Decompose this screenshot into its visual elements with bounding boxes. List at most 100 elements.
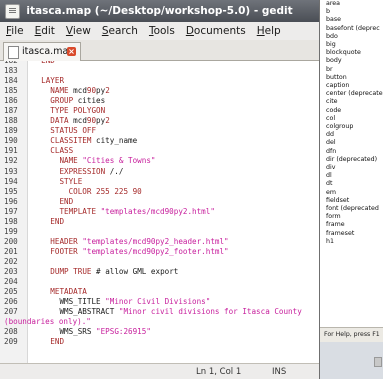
menu-help[interactable]: Help (257, 25, 281, 37)
html-element-item[interactable]: colgroup (326, 123, 383, 131)
code-line[interactable]: 192 NAME "Cities & Towns" (0, 156, 155, 166)
html-element-item[interactable]: bdo (326, 33, 383, 41)
html-element-item[interactable]: code (326, 107, 383, 115)
html-element-item[interactable]: fieldset (326, 197, 383, 205)
html-element-item[interactable]: frameset (326, 230, 383, 238)
code-line[interactable]: 207 WMS_ABSTRACT "Minor civil divisions … (0, 307, 302, 317)
code-line[interactable]: 198 END (0, 217, 64, 227)
html-element-item[interactable]: del (326, 139, 383, 147)
html-element-item[interactable]: button (326, 74, 383, 82)
line-number: 199 (4, 226, 18, 236)
html-element-item[interactable]: div (326, 164, 383, 172)
tab-itasca-map[interactable]: itasca.map × (3, 42, 81, 61)
html-element-item[interactable]: h1 (326, 238, 383, 246)
menu-tools[interactable]: Tools (149, 25, 175, 37)
html-element-item[interactable]: dl (326, 172, 383, 180)
html-element-item[interactable]: cite (326, 98, 383, 106)
html-element-item[interactable]: dt (326, 180, 383, 188)
line-text: NAME mcd90py2 (50, 86, 110, 96)
line-number: 192 (4, 156, 18, 166)
html-element-item[interactable]: body (326, 57, 383, 65)
code-line[interactable]: 203 DUMP TRUE # allow GML export (0, 267, 178, 277)
code-line[interactable]: 199 (0, 227, 24, 237)
code-line[interactable]: 183 (0, 66, 24, 76)
code-line[interactable]: 186 GROUP cities (0, 96, 105, 106)
code-line[interactable]: 184 LAYER (0, 76, 64, 86)
text-editor[interactable]: 182 END183184 LAYER185 NAME mcd90py2186 … (0, 61, 319, 363)
code-line[interactable]: 200 HEADER "templates/mcd90py2_header.ht… (0, 236, 229, 247)
html-element-item[interactable]: blockquote (326, 49, 383, 57)
code-line[interactable]: 202 (0, 257, 24, 267)
line-number: 196 (4, 196, 18, 206)
line-text: COLOR 255 225 90 (68, 186, 142, 196)
menu-bar: File Edit View Search Tools Documents Help (0, 22, 319, 40)
html-element-item[interactable]: frame (326, 221, 383, 229)
html-element-item[interactable]: b (326, 8, 383, 16)
scroll-down-arrow-icon[interactable] (374, 357, 382, 367)
gedit-window: itasca.map (~/Desktop/workshop-5.0) - ge… (0, 0, 320, 379)
menu-search[interactable]: Search (102, 25, 138, 37)
code-line[interactable]: 209 END (0, 337, 64, 347)
code-line[interactable]: 201 FOOTER "templates/mcd90py2_footer.ht… (0, 246, 229, 257)
menu-file[interactable]: File (6, 25, 24, 37)
line-text: CLASSITEM city_name (50, 136, 138, 146)
code-line[interactable]: 185 NAME mcd90py2 (0, 86, 110, 96)
html-element-item[interactable]: dir (deprecated) (326, 156, 383, 164)
html-element-item[interactable]: area (326, 0, 383, 8)
line-text: END (32, 61, 55, 66)
code-line[interactable]: 204 (0, 277, 24, 287)
line-text: HEADER "templates/mcd90py2_header.html" (50, 236, 229, 246)
line-text: LAYER (41, 76, 65, 86)
html-element-item[interactable]: font (deprecated (326, 205, 383, 213)
line-number: 189 (4, 126, 18, 136)
line-number: 204 (4, 277, 18, 287)
code-line[interactable]: 194 STYLE (0, 177, 82, 187)
status-bar: Ln 1, Col 1 INS (0, 363, 319, 379)
document-tab-bar: itasca.map × (0, 40, 319, 61)
line-text: END (50, 216, 65, 226)
code-line[interactable]: 188 DATA mcd90py2 (0, 116, 110, 126)
background-html-reference-window: area b base basefont (deprec bdo big blockquot… (319, 0, 383, 379)
html-element-item[interactable]: dfn (326, 148, 383, 156)
code-view[interactable]: 182 END183184 LAYER185 NAME mcd90py2186 … (0, 61, 302, 347)
html-element-item[interactable]: br (326, 66, 383, 74)
line-text: TYPE POLYGON (50, 106, 106, 116)
html-element-item[interactable]: caption (326, 82, 383, 90)
code-line[interactable]: 191 CLASS (0, 146, 73, 156)
line-number: 208 (4, 327, 18, 337)
line-number: 186 (4, 96, 18, 106)
html-element-item[interactable]: big (326, 41, 383, 49)
html-element-item[interactable]: em (326, 189, 383, 197)
code-line[interactable]: 190 CLASSITEM city_name (0, 136, 137, 146)
title-bar[interactable]: itasca.map (~/Desktop/workshop-5.0) - ge… (0, 0, 319, 22)
code-line[interactable]: 208 WMS_SRS "EPSG:26915" (0, 327, 151, 337)
code-line[interactable]: 197 TEMPLATE "templates/mcd90py2.html" (0, 206, 215, 217)
html-element-item[interactable]: col (326, 115, 383, 123)
html-element-item[interactable]: form (326, 213, 383, 221)
line-number: 201 (4, 246, 18, 256)
line-number: 200 (4, 236, 18, 246)
html-element-item[interactable]: center (deprecated (326, 90, 383, 98)
code-line[interactable]: 193 EXPRESSION /./ (0, 167, 123, 177)
menu-edit[interactable]: Edit (35, 25, 55, 37)
code-line[interactable]: 195 COLOR 255 225 90 (0, 187, 142, 197)
menu-view[interactable]: View (66, 25, 91, 37)
line-number: 187 (4, 106, 18, 116)
line-number: 197 (4, 206, 18, 216)
code-line[interactable]: 187 TYPE POLYGON (0, 106, 105, 116)
document-icon (8, 46, 19, 59)
line-number: 207 (4, 307, 18, 317)
html-element-item[interactable]: dd (326, 131, 383, 139)
code-line[interactable]: 206 WMS_TITLE "Minor Civil Divisions" (0, 297, 210, 307)
code-line[interactable]: 205 METADATA (0, 287, 87, 297)
code-line[interactable]: 189 STATUS OFF (0, 126, 96, 136)
gedit-app-icon[interactable] (5, 4, 20, 19)
html-element-item[interactable]: basefont (deprec (326, 25, 383, 33)
code-line[interactable]: (boundaries only)." (0, 317, 91, 327)
close-tab-icon[interactable]: × (67, 47, 76, 56)
html-element-item[interactable]: base (326, 16, 383, 24)
line-text: STYLE (59, 176, 83, 186)
line-number: 205 (4, 287, 18, 297)
menu-documents[interactable]: Documents (186, 25, 246, 37)
code-line[interactable]: 196 END (0, 196, 73, 207)
